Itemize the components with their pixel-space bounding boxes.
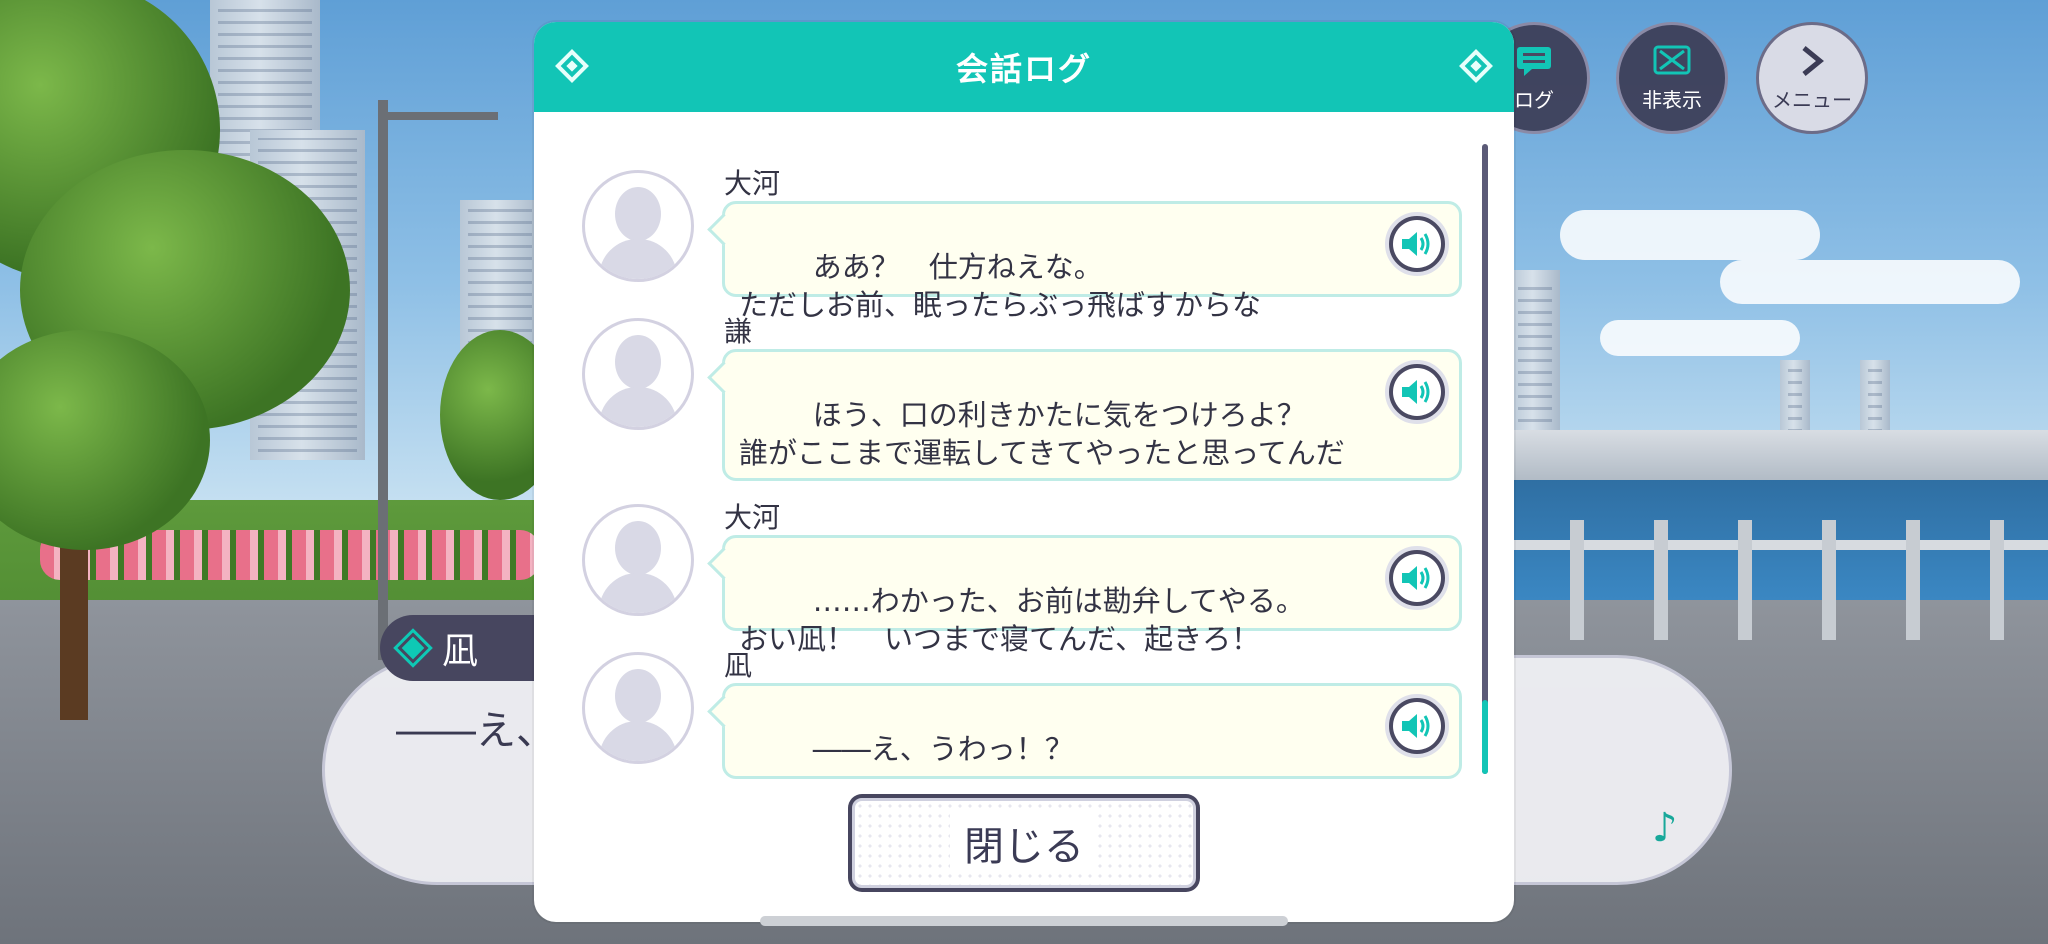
play-voice-button[interactable]	[1385, 546, 1449, 610]
log-label: ログ	[1514, 87, 1554, 112]
message-text: ああ？ 仕方ねえな。 ただしお前、眠ったらぶっ飛ばすからな	[739, 250, 1262, 322]
close-button[interactable]: 閉じる	[848, 794, 1200, 892]
building	[1860, 360, 1890, 440]
street-lamp-arm	[378, 112, 498, 120]
diamond-icon	[1459, 49, 1493, 83]
avatar-placeholder-icon	[582, 170, 694, 282]
log-list[interactable]: 大河 ああ？ 仕方ねえな。 ただしお前、眠ったらぶっ飛ばすからな 謙 ほう、口の…	[582, 140, 1462, 790]
cloud	[1600, 320, 1800, 356]
scrollbar-track[interactable]	[1482, 144, 1488, 774]
message-bubble: ほう、口の利きかたに気をつけろよ？ 誰がここまで運転してきてやったと思ってんだ	[722, 349, 1462, 481]
building	[1510, 270, 1560, 430]
speaker-name: 大河	[724, 167, 781, 200]
message-text: ほう、口の利きかたに気をつけろよ？ 誰がここまで運転してきてやったと思ってんだ	[739, 398, 1345, 470]
hide-ui-button[interactable]: 非表示	[1616, 22, 1728, 134]
scrollbar-thumb[interactable]	[1482, 700, 1488, 774]
message-text: ……わかった、お前は勘弁してやる。 おい凪！ いつまで寝てんだ、起きろ！	[739, 584, 1305, 656]
close-button-label: 閉じる	[950, 814, 1098, 872]
speaker-volume-icon	[1402, 380, 1430, 404]
diamond-icon	[555, 49, 589, 83]
street-lamp	[378, 100, 388, 660]
home-indicator[interactable]	[760, 916, 1288, 926]
speaker-name: 凪	[724, 649, 753, 682]
bridge	[1500, 430, 2048, 485]
speaker-volume-icon	[1402, 232, 1430, 256]
dialog-text: ――え、	[396, 708, 556, 754]
modal-header: 会話ログ	[534, 22, 1514, 112]
avatar-placeholder-icon	[582, 652, 694, 764]
play-voice-button[interactable]	[1385, 694, 1449, 758]
hide-icon	[1653, 45, 1691, 74]
diamond-icon	[397, 632, 429, 664]
menu-label: メニュー	[1772, 87, 1852, 112]
speaker-name: 謙	[724, 315, 753, 348]
message-text: ――え、うわっ！？	[812, 732, 1074, 766]
play-voice-button[interactable]	[1385, 212, 1449, 276]
modal-title: 会話ログ	[955, 50, 1092, 88]
cloud	[1720, 260, 2020, 304]
message-bubble: ……わかった、お前は勘弁してやる。 おい凪！ いつまで寝てんだ、起きろ！	[722, 535, 1462, 656]
chevron-right-icon	[1802, 45, 1824, 76]
speaker-name: 大河	[724, 501, 781, 534]
avatar-placeholder-icon	[582, 504, 694, 616]
hide-label: 非表示	[1642, 87, 1702, 112]
fence	[1500, 520, 2048, 640]
speaker-volume-icon	[1402, 566, 1430, 590]
message-bubble: ああ？ 仕方ねえな。 ただしお前、眠ったらぶっ飛ばすからな	[722, 201, 1462, 322]
speaker-volume-icon	[1402, 714, 1430, 738]
play-voice-button[interactable]	[1385, 360, 1449, 424]
avatar-placeholder-icon	[582, 318, 694, 430]
message-bubble: ――え、うわっ！？	[722, 683, 1462, 779]
chat-log-icon	[1517, 46, 1551, 76]
dialog-speaker: 凪	[442, 631, 479, 672]
menu-button[interactable]: メニュー	[1756, 22, 1868, 134]
conversation-log-modal: 会話ログ 大河 ああ？ 仕方ねえな。 ただしお前、眠ったらぶっ飛ばすからな 謙 …	[534, 22, 1514, 922]
building	[1780, 360, 1810, 440]
cloud	[1560, 210, 1820, 260]
music-note-icon[interactable]: ♪	[1652, 805, 1696, 851]
